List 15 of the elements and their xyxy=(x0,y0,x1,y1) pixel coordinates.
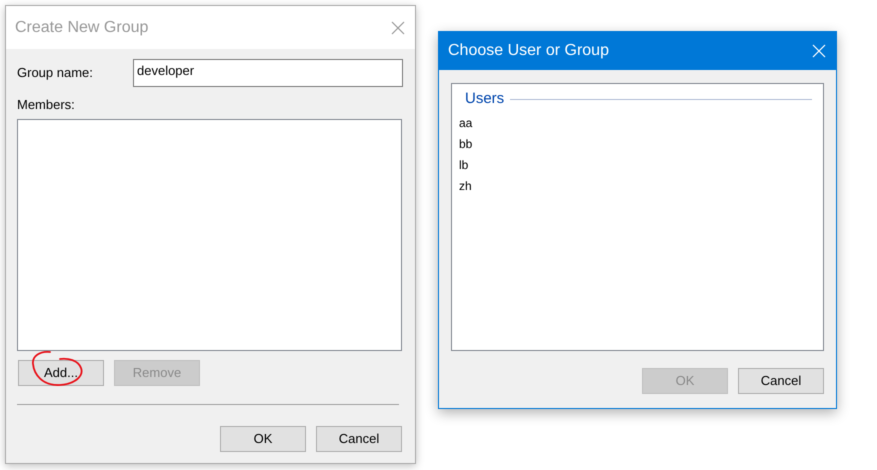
user-item[interactable]: bb xyxy=(459,134,812,154)
close-icon[interactable] xyxy=(391,20,405,34)
window-title: Choose User or Group xyxy=(448,41,609,61)
window-title: Create New Group xyxy=(15,18,148,38)
user-item[interactable]: zh xyxy=(459,176,812,196)
field-label: Members: xyxy=(17,96,76,114)
field-label: Group name: xyxy=(17,64,94,82)
group-heading: Users xyxy=(465,89,504,109)
user-item[interactable]: aa xyxy=(459,112,812,134)
dialog-button[interactable]: Cancel xyxy=(316,426,402,452)
group-name-field[interactable]: developer xyxy=(133,59,403,87)
user-item[interactable]: lb xyxy=(459,154,812,176)
dialog-button[interactable]: Add... xyxy=(18,360,104,386)
dialog-button[interactable]: OK xyxy=(220,426,306,452)
dialog-button[interactable]: Cancel xyxy=(738,368,824,394)
